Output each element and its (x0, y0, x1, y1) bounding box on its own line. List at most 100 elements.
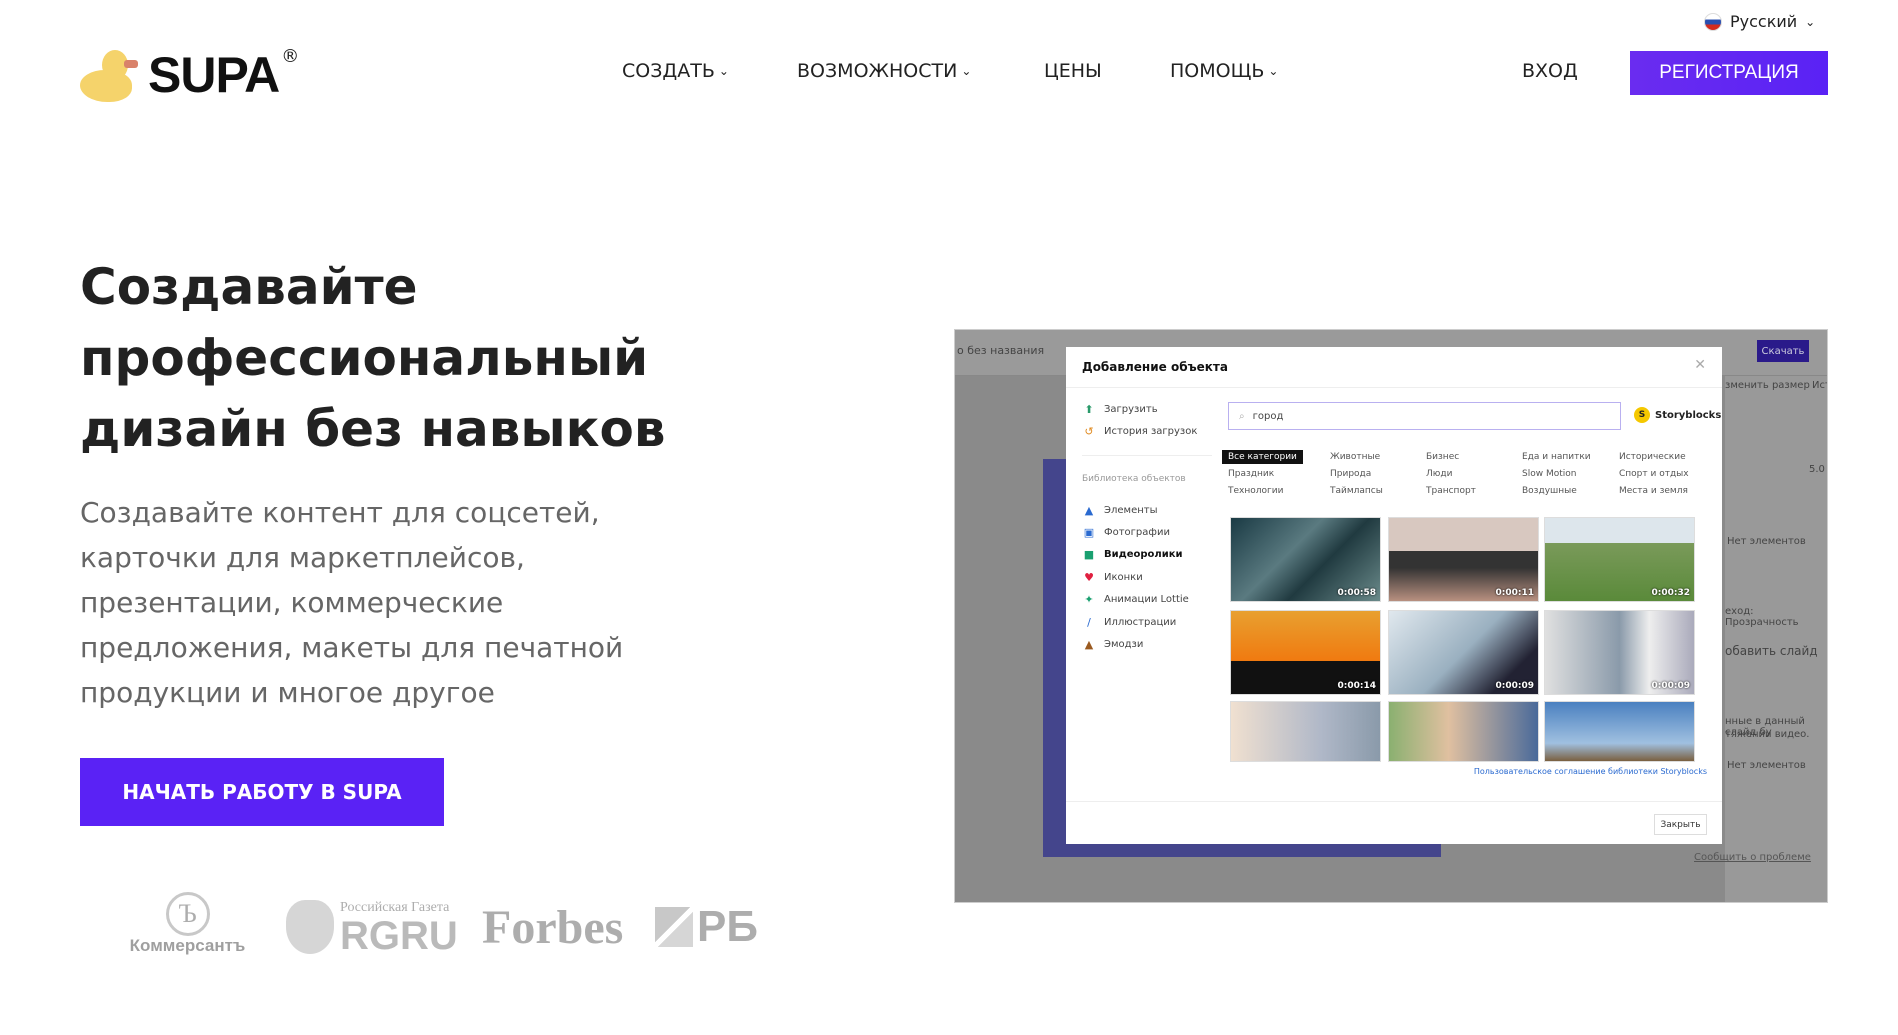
hero-title: Создавайте профессиональный дизайн без н… (80, 258, 666, 458)
product-screenshot: о без названия Скачать зменить размер Ис… (954, 329, 1828, 903)
library-lottie: ✦ Анимации Lottie (1082, 593, 1189, 606)
rbc-text: РБ (697, 902, 758, 951)
video-thumbnail (1230, 701, 1381, 762)
press-logo-rgru: Российская Газета RGRU (286, 900, 458, 956)
chevron-down-icon: ⌄ (718, 64, 729, 78)
video-duration: 0:00:09 (1651, 681, 1690, 691)
chevron-down-icon: ⌄ (1805, 14, 1816, 29)
shapes-icon: ▲ (1084, 504, 1094, 517)
divider (1066, 387, 1722, 388)
panel-text: Нет элементов (1727, 536, 1806, 547)
category-chip: Места и земля (1619, 486, 1688, 496)
category-chip: Транспорт (1426, 486, 1476, 496)
russia-flag-icon (1704, 12, 1722, 31)
logo[interactable]: SUPA ® (80, 46, 299, 104)
category-chip: Природа (1330, 469, 1372, 479)
menu-history: ↺ История загрузок (1082, 425, 1197, 438)
menu-label: Фотографии (1104, 527, 1170, 538)
menu-label: Элементы (1104, 505, 1158, 516)
close-icon: ✕ (1694, 357, 1706, 373)
library-icons: ♥ Иконки (1082, 571, 1143, 584)
brush-icon: / (1087, 616, 1091, 629)
storyblocks-logo-icon: S (1634, 407, 1650, 423)
video-thumbnail: 0:00:32 (1544, 517, 1695, 602)
nav-help[interactable]: ПОМОЩЬ ⌄ (1170, 60, 1278, 82)
download-button: Скачать (1757, 340, 1809, 362)
menu-label: Видеоролики (1104, 549, 1183, 560)
video-thumbnail: 0:00:09 (1388, 610, 1539, 695)
logo-text: SUPA (148, 47, 280, 103)
license-link: Пользовательское соглашение библиотеки S… (1473, 767, 1707, 776)
library-videos: ■ Видеоролики (1082, 548, 1183, 561)
category-chip: Исторические (1619, 452, 1686, 462)
video-duration: 0:00:58 (1337, 588, 1376, 598)
emoji-icon: ▲ (1084, 638, 1094, 651)
language-label: Русский (1730, 12, 1798, 31)
nav-features[interactable]: ВОЗМОЖНОСТИ ⌄ (797, 60, 971, 82)
category-chip: Все категории (1222, 450, 1303, 464)
category-chip: Slow Motion (1522, 469, 1577, 479)
nav-label: ВОЗМОЖНОСТИ (797, 60, 958, 82)
panel-text: тяжении видео. (1725, 729, 1810, 740)
category-chip: Технологии (1228, 486, 1284, 496)
video-thumbnail (1388, 701, 1539, 762)
divider (1066, 801, 1722, 802)
modal-title: Добавление объекта (1082, 360, 1228, 374)
nav-prices[interactable]: ЦЕНЫ (1044, 60, 1102, 82)
category-chip: Спорт и отдых (1619, 469, 1689, 479)
kommersant-text: Коммерсантъ (129, 936, 246, 955)
login-link[interactable]: ВХОД (1522, 60, 1578, 82)
image-icon: ▣ (1083, 526, 1095, 539)
report-problem-link: Сообщить о проблеме (1694, 852, 1811, 863)
library-photos: ▣ Фотографии (1082, 526, 1170, 539)
search-value: город (1252, 410, 1284, 422)
video-duration: 0:00:11 (1495, 588, 1534, 598)
video-duration: 0:00:32 (1651, 588, 1690, 598)
category-chip: Бизнес (1426, 452, 1460, 462)
menu-upload: ⬆ Загрузить (1082, 403, 1158, 416)
provider-name: Storyblocks (1655, 409, 1722, 421)
heart-icon: ♥ (1084, 571, 1094, 584)
category-chip: Люди (1426, 469, 1453, 479)
search-input: ⌕ город (1228, 402, 1621, 430)
library-label: Библиотека объектов (1082, 474, 1186, 484)
doc-title: о без названия (957, 344, 1045, 357)
lottie-icon: ✦ (1084, 593, 1094, 606)
menu-label: Анимации Lottie (1104, 594, 1189, 605)
start-button[interactable]: НАЧАТЬ РАБОТУ В SUPA (80, 758, 444, 826)
panel-text: обавить слайд (1725, 644, 1818, 658)
rbc-mark-icon (655, 907, 693, 947)
language-selector[interactable]: Русский ⌄ (1704, 12, 1815, 31)
video-thumbnail: 0:00:58 (1230, 517, 1381, 602)
nav-label: ПОМОЩЬ (1170, 60, 1265, 82)
chevron-down-icon: ⌄ (961, 64, 972, 78)
video-icon: ■ (1083, 548, 1095, 561)
duck-logo-icon (80, 48, 138, 102)
close-button: Закрыть (1654, 814, 1707, 835)
video-thumbnail (1544, 701, 1695, 762)
category-chip: Таймлапсы (1330, 486, 1383, 496)
library-elements: ▲ Элементы (1082, 504, 1158, 517)
coat-of-arms-icon (286, 900, 334, 954)
hero-lead: Создавайте контент для соцсетей, карточк… (80, 496, 624, 709)
registered-mark: ® (281, 46, 300, 67)
rgru-text: RGRU (340, 914, 458, 958)
nav-label: СОЗДАТЬ (622, 60, 715, 82)
menu-label: Загрузить (1104, 404, 1158, 415)
library-illustrations: / Иллюстрации (1082, 616, 1176, 629)
panel-text: Нет элементов (1727, 760, 1806, 771)
video-thumbnail: 0:00:09 (1544, 610, 1695, 695)
menu-label: Иконки (1104, 572, 1143, 583)
login-label: ВХОД (1522, 60, 1578, 82)
nav-create[interactable]: СОЗДАТЬ ⌄ (622, 60, 729, 82)
panel-text: 5.0 (1809, 464, 1825, 475)
divider (1082, 455, 1212, 456)
register-button[interactable]: РЕГИСТРАЦИЯ (1630, 51, 1828, 95)
category-chip: Праздник (1228, 469, 1275, 479)
panel-text: зменить размер (1725, 380, 1810, 391)
press-logo-kommersant: Ъ Коммерсантъ (120, 892, 255, 956)
upload-icon: ⬆ (1084, 403, 1094, 416)
search-icon: ⌕ (1239, 410, 1245, 422)
video-duration: 0:00:14 (1337, 681, 1376, 691)
menu-label: Иллюстрации (1104, 617, 1177, 628)
